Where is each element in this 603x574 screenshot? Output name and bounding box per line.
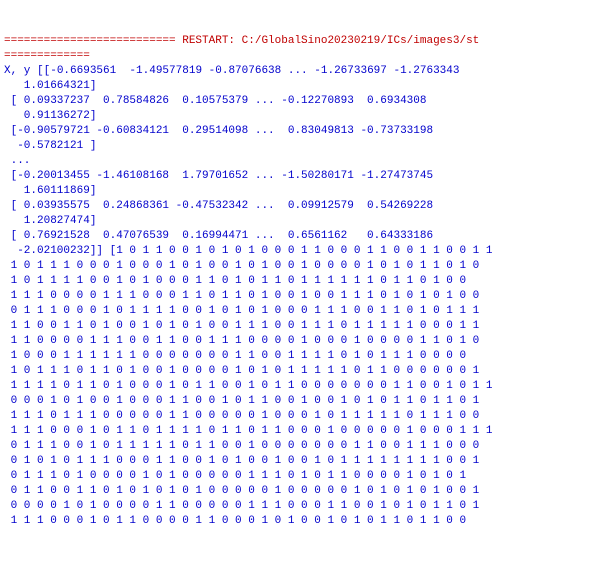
print-output: X, y [[-0.6693561 -1.49577819 -0.8707663…: [4, 65, 492, 527]
array-block: [[-0.6693561 -1.49577819 -0.87076638 ...…: [4, 65, 492, 527]
console-output: ========================== RESTART: C:/G…: [4, 34, 599, 529]
restart-line: ========================== RESTART: C:/G…: [4, 35, 479, 47]
restart-separator: =============: [4, 50, 90, 62]
